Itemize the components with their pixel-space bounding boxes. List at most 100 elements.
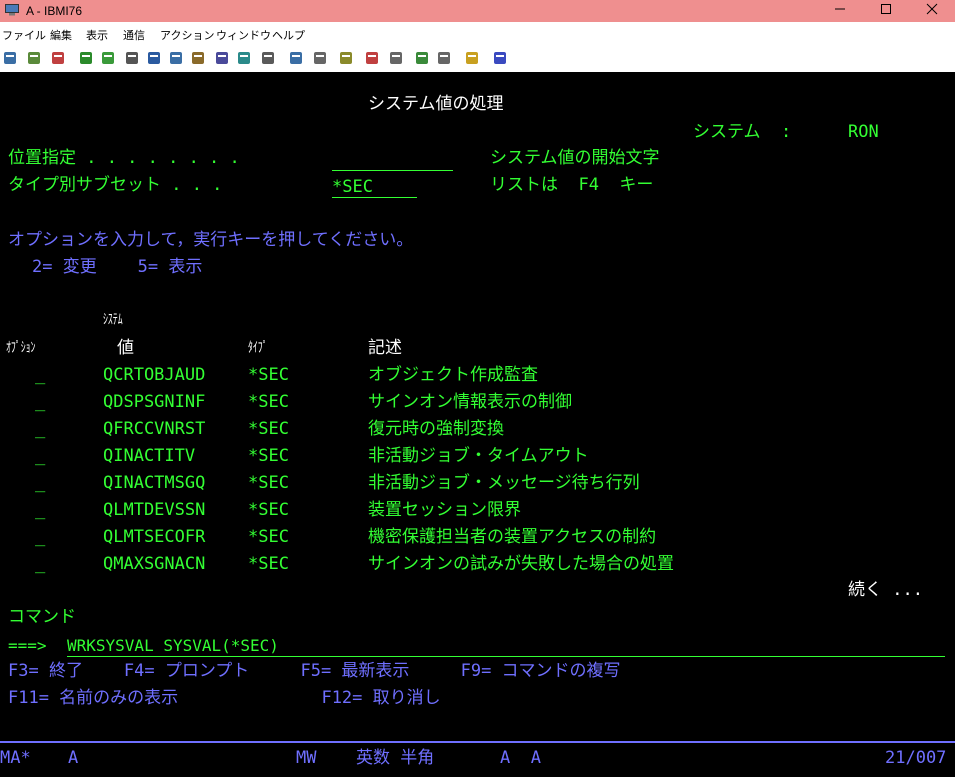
system-label: システム : bbox=[693, 122, 792, 142]
row-option-input[interactable]: _ bbox=[35, 473, 45, 493]
row-option-input[interactable]: _ bbox=[35, 392, 45, 412]
display-icon[interactable] bbox=[168, 50, 184, 66]
close-icon bbox=[926, 3, 938, 15]
row-type: *SEC bbox=[248, 419, 289, 439]
instruction-text: オプションを入力して，実行キーを押してください。 bbox=[8, 230, 414, 250]
row-type: *SEC bbox=[248, 500, 289, 520]
row-type: *SEC bbox=[248, 446, 289, 466]
status-flags: A A bbox=[500, 748, 541, 768]
column-header-description: 記述 bbox=[368, 338, 402, 358]
terminal-screen: システム値の処理 システム : RON 位置指定 . . . . . . . .… bbox=[0, 72, 955, 742]
position-label: 位置指定 . . . . . . . . bbox=[8, 148, 240, 168]
maximize-icon bbox=[881, 4, 891, 14]
macro-icon[interactable] bbox=[124, 50, 140, 66]
row-option-input[interactable]: _ bbox=[35, 419, 45, 439]
row-system-value-name: QLMTDEVSSN bbox=[103, 500, 206, 520]
row-type: *SEC bbox=[248, 473, 289, 493]
position-input[interactable] bbox=[332, 150, 453, 171]
connect-icon[interactable] bbox=[364, 50, 380, 66]
status-cursor-position: 21/007 bbox=[885, 748, 947, 768]
row-description: サインオンの試みが失敗した場合の処置 bbox=[368, 554, 674, 574]
session-icon[interactable] bbox=[214, 50, 230, 66]
menu-help[interactable]: ヘルプ bbox=[272, 27, 305, 43]
row-option-input[interactable]: _ bbox=[35, 500, 45, 520]
row-system-value-name: QCRTOBJAUD bbox=[103, 365, 206, 385]
more-indicator: 続く ... bbox=[848, 580, 923, 600]
row-type: *SEC bbox=[248, 365, 289, 385]
terminal-app-icon bbox=[5, 4, 19, 16]
column-header-system: ｼｽﾃﾑ bbox=[103, 312, 123, 328]
row-type: *SEC bbox=[248, 392, 289, 412]
options-legend: 2= 変更 5= 表示 bbox=[32, 257, 203, 277]
close-button[interactable] bbox=[909, 0, 955, 22]
upload-icon[interactable] bbox=[414, 50, 430, 66]
menu-edit[interactable]: 編集 bbox=[50, 27, 72, 43]
column-header-option: ｵﾌﾟｼｮﾝ bbox=[6, 340, 36, 356]
system-name: RON bbox=[848, 122, 879, 142]
minimize-button[interactable] bbox=[817, 0, 863, 22]
status-session-id: A bbox=[68, 748, 79, 768]
row-description: 非活動ジョブ・タイムアウト bbox=[368, 446, 589, 466]
row-system-value-name: QINACTMSGQ bbox=[103, 473, 206, 493]
row-type: *SEC bbox=[248, 554, 289, 574]
disconnect-icon[interactable] bbox=[388, 50, 404, 66]
column-header-type: ﾀｲﾌﾟ bbox=[248, 340, 268, 356]
status-bar: MA* A MW 英数 半角 A A 21/007 bbox=[0, 743, 955, 777]
row-system-value-name: QMAXSGNACN bbox=[103, 554, 206, 574]
row-option-input[interactable]: _ bbox=[35, 446, 45, 466]
subset-value: *SEC bbox=[332, 177, 373, 197]
row-description: 機密保護担当者の装置アクセスの制約 bbox=[368, 527, 657, 547]
row-description: 非活動ジョブ・メッセージ待ち行列 bbox=[368, 473, 640, 493]
keypad-icon[interactable] bbox=[190, 50, 206, 66]
config-icon[interactable] bbox=[260, 50, 276, 66]
row-description: 復元時の強制変換 bbox=[368, 419, 504, 439]
color-icon[interactable] bbox=[236, 50, 252, 66]
record-icon[interactable] bbox=[146, 50, 162, 66]
subset-label: タイプ別サブセット . . . bbox=[8, 175, 223, 195]
title-bar: A - IBMI76 bbox=[0, 0, 955, 22]
paste-icon[interactable] bbox=[50, 50, 66, 66]
tools-icon[interactable] bbox=[338, 50, 354, 66]
download-icon[interactable] bbox=[436, 50, 452, 66]
position-help: システム値の開始文字 bbox=[490, 148, 660, 168]
subset-input[interactable]: *SEC bbox=[332, 177, 417, 198]
copy-icon[interactable] bbox=[26, 50, 42, 66]
function-keys-line-1: F3= 終了 F4= プロンプト F5= 最新表示 F9= コマンドの複写 bbox=[8, 661, 621, 681]
print-screen-icon[interactable] bbox=[2, 50, 18, 66]
toolbar bbox=[0, 44, 955, 73]
row-description: 装置セッション限界 bbox=[368, 500, 521, 520]
menu-view[interactable]: 表示 bbox=[86, 27, 108, 43]
column-header-value: 値 bbox=[117, 338, 134, 358]
grid-icon[interactable] bbox=[312, 50, 328, 66]
receive-file-icon[interactable] bbox=[100, 50, 116, 66]
status-mode: MW bbox=[296, 748, 317, 768]
keyboard-icon[interactable] bbox=[288, 50, 304, 66]
command-label: コマンド bbox=[8, 607, 76, 627]
notes-icon[interactable] bbox=[464, 50, 480, 66]
row-option-input[interactable]: _ bbox=[35, 554, 45, 574]
subset-help: リストは F4 キー bbox=[490, 175, 654, 195]
row-option-input[interactable]: _ bbox=[35, 527, 45, 547]
row-description: オブジェクト作成監査 bbox=[368, 365, 538, 385]
row-system-value-name: QLMTSECOFR bbox=[103, 527, 206, 547]
screen-title: システム値の処理 bbox=[368, 94, 504, 114]
command-value: WRKSYSVAL SYSVAL(*SEC) bbox=[67, 636, 279, 655]
row-system-value-name: QFRCCVNRST bbox=[103, 419, 206, 439]
command-prompt: ===> bbox=[8, 636, 47, 655]
status-session: MA* bbox=[0, 748, 31, 768]
status-ime: 英数 半角 bbox=[356, 748, 435, 768]
function-keys-line-2: F11= 名前のみの表示 F12= 取り消し bbox=[8, 688, 441, 708]
row-option-input[interactable]: _ bbox=[35, 365, 45, 385]
row-type: *SEC bbox=[248, 527, 289, 547]
maximize-button[interactable] bbox=[863, 0, 909, 22]
help-icon[interactable] bbox=[492, 50, 508, 66]
menu-window[interactable]: ウィンドウ bbox=[216, 27, 271, 43]
menu-communication[interactable]: 通信 bbox=[123, 27, 145, 43]
send-file-icon[interactable] bbox=[78, 50, 94, 66]
minimize-icon bbox=[835, 8, 845, 10]
window-title: A - IBMI76 bbox=[26, 4, 83, 18]
row-description: サインオン情報表示の制御 bbox=[368, 392, 572, 412]
menu-file[interactable]: ファイル bbox=[2, 27, 46, 43]
command-input[interactable]: WRKSYSVAL SYSVAL(*SEC) bbox=[67, 636, 945, 657]
menu-actions[interactable]: アクション bbox=[160, 27, 214, 43]
